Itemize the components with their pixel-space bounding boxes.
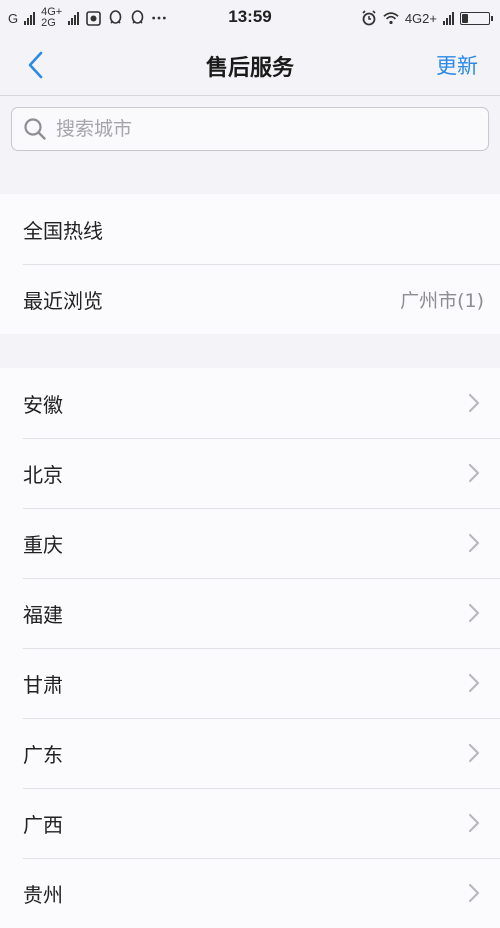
list-item[interactable]: 甘肃 bbox=[0, 648, 500, 718]
battery-icon bbox=[460, 11, 493, 25]
list-item-label: 福建 bbox=[23, 602, 63, 627]
chevron-right-icon bbox=[468, 673, 480, 693]
quick-section: 全国热线 最近浏览 广州市(1) bbox=[0, 194, 500, 334]
navigation-bar: 售后服务 更新 bbox=[0, 34, 500, 96]
list-item-label: 广西 bbox=[23, 812, 63, 837]
chevron-right-icon bbox=[468, 463, 480, 483]
chevron-right-icon bbox=[468, 883, 480, 903]
list-item[interactable]: 北京 bbox=[0, 438, 500, 508]
recent-city-value: 广州市(1) bbox=[400, 289, 484, 312]
network-type-right: 4G2+ bbox=[404, 10, 437, 26]
back-button[interactable] bbox=[18, 48, 52, 82]
list-item-hotline[interactable]: 全国热线 bbox=[0, 194, 500, 264]
chevron-right-icon bbox=[468, 393, 480, 413]
alarm-icon bbox=[361, 10, 377, 26]
page-title: 售后服务 bbox=[205, 56, 294, 81]
chevron-left-icon bbox=[28, 51, 43, 79]
list-item-label: 广东 bbox=[23, 742, 63, 767]
status-right: 4G2+ bbox=[361, 4, 493, 32]
chevron-right-icon bbox=[468, 743, 480, 763]
chevron-right-icon bbox=[468, 533, 480, 553]
list-item-label: 贵州 bbox=[23, 882, 63, 907]
province-list: 安徽 北京 重庆 福建 甘肃 广东 广西 贵州 bbox=[0, 368, 500, 928]
list-item-label: 重庆 bbox=[23, 532, 63, 557]
list-item[interactable]: 重庆 bbox=[0, 508, 500, 578]
chevron-right-icon bbox=[468, 603, 480, 623]
search-icon bbox=[22, 116, 48, 142]
signal-icon-3 bbox=[443, 11, 454, 25]
list-item[interactable]: 福建 bbox=[0, 578, 500, 648]
search-bar bbox=[0, 96, 500, 160]
list-item-label: 最近浏览 bbox=[23, 288, 103, 313]
search-box[interactable] bbox=[11, 107, 489, 151]
chevron-right-icon bbox=[468, 813, 480, 833]
status-bar: G 4G+ 2G 13:59 4G2+ bbox=[0, 0, 500, 34]
wifi-icon bbox=[383, 10, 399, 26]
list-item-label: 北京 bbox=[23, 462, 63, 487]
list-item-label: 全国热线 bbox=[23, 218, 103, 243]
list-item-label: 甘肃 bbox=[23, 672, 63, 697]
search-input[interactable] bbox=[54, 117, 458, 141]
list-item[interactable]: 安徽 bbox=[0, 368, 500, 438]
list-item[interactable]: 广西 bbox=[0, 788, 500, 858]
list-item-label: 安徽 bbox=[23, 392, 63, 417]
update-button[interactable]: 更新 bbox=[436, 50, 478, 80]
list-item[interactable]: 贵州 bbox=[0, 858, 500, 928]
list-item-recent[interactable]: 最近浏览 广州市(1) bbox=[0, 264, 500, 334]
list-item[interactable]: 广东 bbox=[0, 718, 500, 788]
